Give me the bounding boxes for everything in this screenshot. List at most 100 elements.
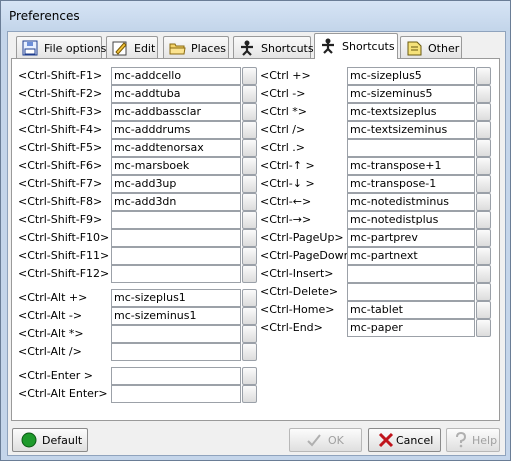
browse-command-button[interactable] [242,175,257,193]
cancel-button[interactable]: Cancel [368,428,441,452]
browse-command-button[interactable] [242,367,257,385]
shortcut-command-field[interactable]: mc-textsizeminus [347,121,475,139]
shortcut-row: <Ctrl-Delete> [260,283,492,301]
browse-command-button[interactable] [476,265,491,283]
shortcut-command-field[interactable] [111,343,241,361]
shortcut-key-label: <Ctrl-Shift-F2> [18,87,103,100]
browse-command-button[interactable] [242,247,257,265]
browse-command-button[interactable] [476,157,491,175]
help-button[interactable]: Help [446,428,500,452]
shortcut-command-field[interactable]: mc-sizeplus5 [347,67,475,85]
shortcut-command-field[interactable]: mc-transpose+1 [347,157,475,175]
shortcut-command-field[interactable]: mc-addcello [111,67,241,85]
shortcut-key-label: <Ctrl-PageUp> [260,231,344,244]
shortcut-key-label: <Ctrl-Shift-F7> [18,177,103,190]
tab-shortcuts-2[interactable]: Shortcuts [314,33,398,59]
shortcut-command-field[interactable]: mc-sizeminus5 [347,85,475,103]
tab-file-options[interactable]: File options [16,36,106,58]
browse-command-button[interactable] [242,139,257,157]
shortcut-command-field[interactable] [347,139,475,157]
shortcut-command-field[interactable] [111,247,241,265]
shortcut-command-field[interactable]: mc-transpose-1 [347,175,475,193]
shortcut-key-label: <Ctrl-Shift-F11> [18,249,110,262]
shortcuts-figure-icon [241,40,253,56]
shortcut-row: <Ctrl-Insert> [260,265,492,283]
edit-icon [112,41,127,56]
shortcut-row: <Ctrl-Alt +> mc-sizeplus1 [18,289,258,307]
shortcut-key-label: <Ctrl-Shift-F1> [18,69,103,82]
dialog-body: File options Edit Places Shortcuts Short… [7,31,506,456]
shortcut-command-field[interactable]: mc-adddrums [111,121,241,139]
browse-command-button[interactable] [476,121,491,139]
browse-command-button[interactable] [476,301,491,319]
shortcut-command-field[interactable]: mc-notedistminus [347,193,475,211]
browse-command-button[interactable] [476,283,491,301]
browse-command-button[interactable] [476,67,491,85]
browse-command-button[interactable] [242,343,257,361]
shortcut-command-field[interactable] [347,283,475,301]
browse-command-button[interactable] [476,175,491,193]
shortcut-command-field[interactable]: mc-marsboek [111,157,241,175]
shortcut-command-field[interactable]: mc-paper [347,319,475,337]
browse-command-button[interactable] [242,211,257,229]
browse-command-button[interactable] [476,247,491,265]
browse-command-button[interactable] [242,229,257,247]
browse-command-button[interactable] [476,319,491,337]
default-button[interactable]: Default [12,428,88,452]
shortcut-row: <Ctrl-Alt -> mc-sizeminus1 [18,307,258,325]
shortcut-command-field[interactable]: mc-textsizeplus [347,103,475,121]
shortcut-command-field[interactable]: mc-add3up [111,175,241,193]
browse-command-button[interactable] [242,289,257,307]
browse-command-button[interactable] [242,121,257,139]
shortcut-row: <Ctrl-Shift-F3> mc-addbassclar [18,103,258,121]
shortcut-key-label: <Ctrl-Shift-F8> [18,195,103,208]
ok-button[interactable]: OK [289,428,362,452]
browse-command-button[interactable] [242,103,257,121]
shortcut-command-field[interactable]: mc-add3dn [111,193,241,211]
browse-command-button[interactable] [242,325,257,343]
browse-command-button[interactable] [242,157,257,175]
shortcut-key-label: <Ctrl-Shift-F5> [18,141,103,154]
shortcut-command-field[interactable] [111,385,241,403]
shortcut-row: <Ctrl-Alt *> [18,325,258,343]
shortcut-command-field[interactable]: mc-sizeminus1 [111,307,241,325]
browse-command-button[interactable] [476,85,491,103]
shortcut-key-label: <Ctrl-Insert> [260,267,334,280]
browse-command-button[interactable] [242,265,257,283]
browse-command-button[interactable] [476,103,491,121]
shortcut-command-field[interactable] [111,265,241,283]
shortcut-command-field[interactable]: mc-addbassclar [111,103,241,121]
browse-command-button[interactable] [476,193,491,211]
shortcut-key-label: <Ctrl-Shift-F10> [18,231,110,244]
shortcut-command-field[interactable]: mc-partnext [347,247,475,265]
shortcut-command-field[interactable] [111,211,241,229]
browse-command-button[interactable] [476,229,491,247]
tab-edit[interactable]: Edit [106,36,158,58]
shortcut-key-label: <Ctrl-→> [260,213,312,226]
shortcut-command-field[interactable]: mc-addtenorsax [111,139,241,157]
browse-command-button[interactable] [242,67,257,85]
shortcut-command-field[interactable] [111,325,241,343]
browse-command-button[interactable] [476,139,491,157]
shortcut-command-field[interactable]: mc-addtuba [111,85,241,103]
shortcut-row: <Ctrl-↑ > mc-transpose+1 [260,157,492,175]
help-button-label: Help [472,434,498,447]
browse-command-button[interactable] [242,307,257,325]
shortcut-command-field[interactable]: mc-tablet [347,301,475,319]
browse-command-button[interactable] [242,193,257,211]
shortcut-key-label: <Ctrl-↓ > [260,177,315,190]
shortcut-command-field[interactable] [347,265,475,283]
browse-command-button[interactable] [242,385,257,403]
tab-shortcuts-1[interactable]: Shortcuts [233,36,314,58]
shortcut-command-field[interactable]: mc-notedistplus [347,211,475,229]
tab-other[interactable]: Other [400,36,462,58]
shortcut-command-field[interactable]: mc-partprev [347,229,475,247]
tab-places[interactable]: Places [163,36,229,58]
browse-command-button[interactable] [476,211,491,229]
shortcut-command-field[interactable]: mc-sizeplus1 [111,289,241,307]
shortcut-command-field[interactable] [111,367,241,385]
browse-command-button[interactable] [242,85,257,103]
tab-label: File options [44,42,107,55]
title-bar[interactable]: Preferences [1,1,510,31]
shortcut-command-field[interactable] [111,229,241,247]
